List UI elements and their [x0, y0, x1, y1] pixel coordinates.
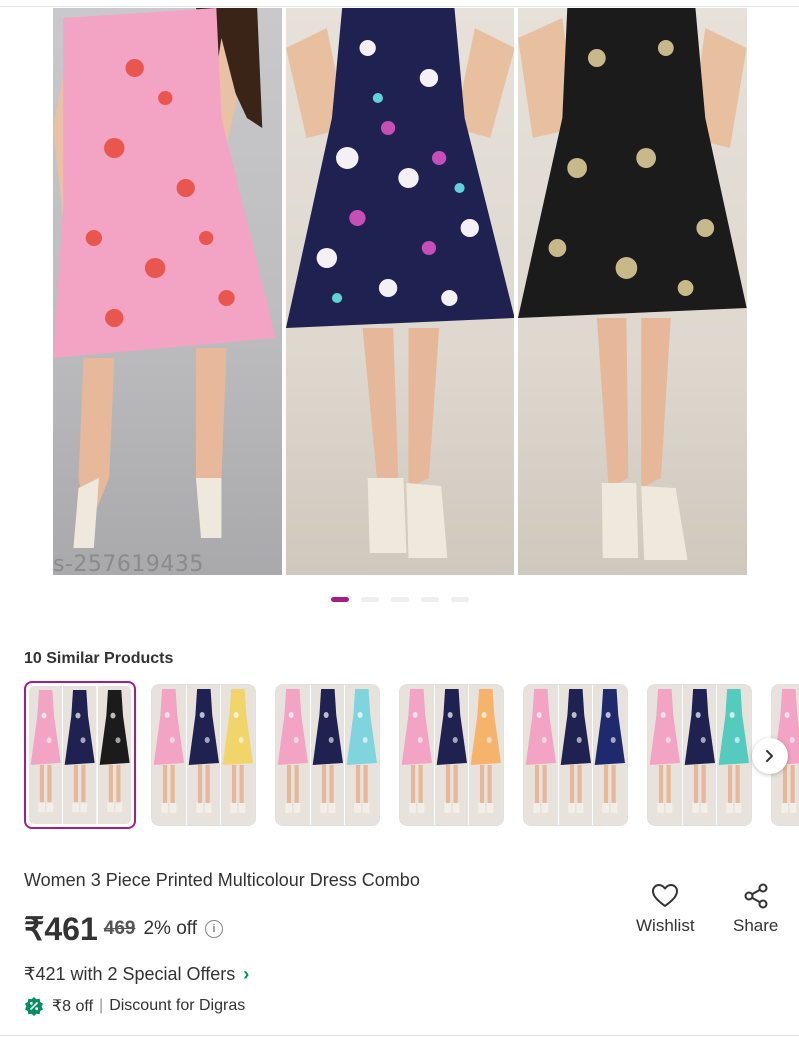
product-image-panel-pink	[53, 8, 282, 575]
thumbnail-dress-figure	[648, 685, 683, 825]
chevron-right-icon	[766, 750, 773, 762]
similar-product-thumbnail[interactable]	[647, 684, 752, 826]
thumbnail-dress-figure	[682, 685, 718, 825]
similar-products-title: 10 Similar Products	[24, 650, 174, 667]
carousel-indicator	[331, 597, 469, 602]
separator: |	[99, 997, 104, 1014]
bottom-divider	[0, 1035, 799, 1036]
similar-product-thumbnail[interactable]	[399, 684, 504, 826]
discount-detail: Discount for Digras	[109, 997, 246, 1014]
wishlist-label: Wishlist	[636, 916, 695, 935]
product-image-panel-navy	[285, 8, 515, 575]
carousel-dot[interactable]	[361, 597, 379, 602]
thumbnail-dress-figure	[186, 685, 222, 825]
thumbnail-dress-figure	[400, 685, 435, 825]
thumbnail-dress-figure	[152, 685, 187, 825]
carousel-dot[interactable]	[451, 597, 469, 602]
price-row: ₹461 469 2% off i	[24, 910, 223, 948]
share-icon	[744, 883, 768, 909]
similar-product-thumbnail[interactable]	[523, 684, 628, 826]
thumbnail-dress-figure	[97, 686, 131, 824]
share-button[interactable]: Share	[733, 882, 778, 936]
thumbnail-dress-figure	[63, 686, 98, 824]
product-image-panel-black	[518, 8, 748, 575]
thumbnail-dress-figure	[558, 685, 594, 825]
thumbnail-dress-figure	[276, 685, 311, 825]
pink-dress-illustration	[53, 8, 276, 548]
heart-icon	[652, 884, 679, 907]
similar-products-strip[interactable]	[24, 681, 799, 829]
original-price: 469	[103, 918, 136, 939]
top-divider	[0, 6, 799, 7]
image-watermark: s-257619435	[53, 552, 204, 577]
discount-percent: 2% off	[143, 918, 197, 939]
discount-amount: ₹8 off	[52, 998, 94, 1015]
carousel-dot[interactable]	[421, 597, 439, 602]
thumbnail-dress-figure	[469, 685, 503, 825]
thumbnail-dress-figure	[29, 686, 64, 824]
thumbnail-dress-figure	[593, 685, 627, 825]
product-image-carousel[interactable]	[53, 8, 748, 575]
carousel-dot[interactable]	[391, 597, 409, 602]
navy-dress-illustration	[285, 8, 515, 558]
similar-product-thumbnail[interactable]	[24, 681, 136, 829]
thumbnail-dress-figure	[310, 685, 346, 825]
thumbnail-dress-figure	[345, 685, 379, 825]
discount-info: ₹8 off | Discount for Digras	[24, 996, 245, 1016]
discount-badge-icon	[25, 997, 43, 1016]
special-offers-text: ₹421 with 2 Special Offers	[24, 964, 236, 984]
similar-product-thumbnail[interactable]	[275, 684, 380, 826]
info-icon[interactable]: i	[204, 920, 223, 938]
black-dress-illustration	[518, 8, 748, 560]
chevron-right-icon: ›	[243, 964, 250, 984]
share-label: Share	[733, 916, 779, 935]
thumbnail-dress-figure	[434, 685, 470, 825]
product-title: Women 3 Piece Printed Multicolour Dress …	[24, 870, 420, 890]
selling-price: ₹461	[24, 911, 98, 947]
thumbnail-dress-figure	[717, 685, 751, 825]
carousel-dot[interactable]	[331, 597, 349, 602]
thumbnail-dress-figure	[524, 685, 559, 825]
wishlist-button[interactable]: Wishlist	[636, 882, 695, 936]
similar-product-thumbnail[interactable]	[151, 684, 256, 826]
thumbnail-dress-figure	[221, 685, 255, 825]
special-offers-link[interactable]: ₹421 with 2 Special Offers ›	[24, 964, 249, 985]
similar-next-button[interactable]	[752, 738, 788, 774]
